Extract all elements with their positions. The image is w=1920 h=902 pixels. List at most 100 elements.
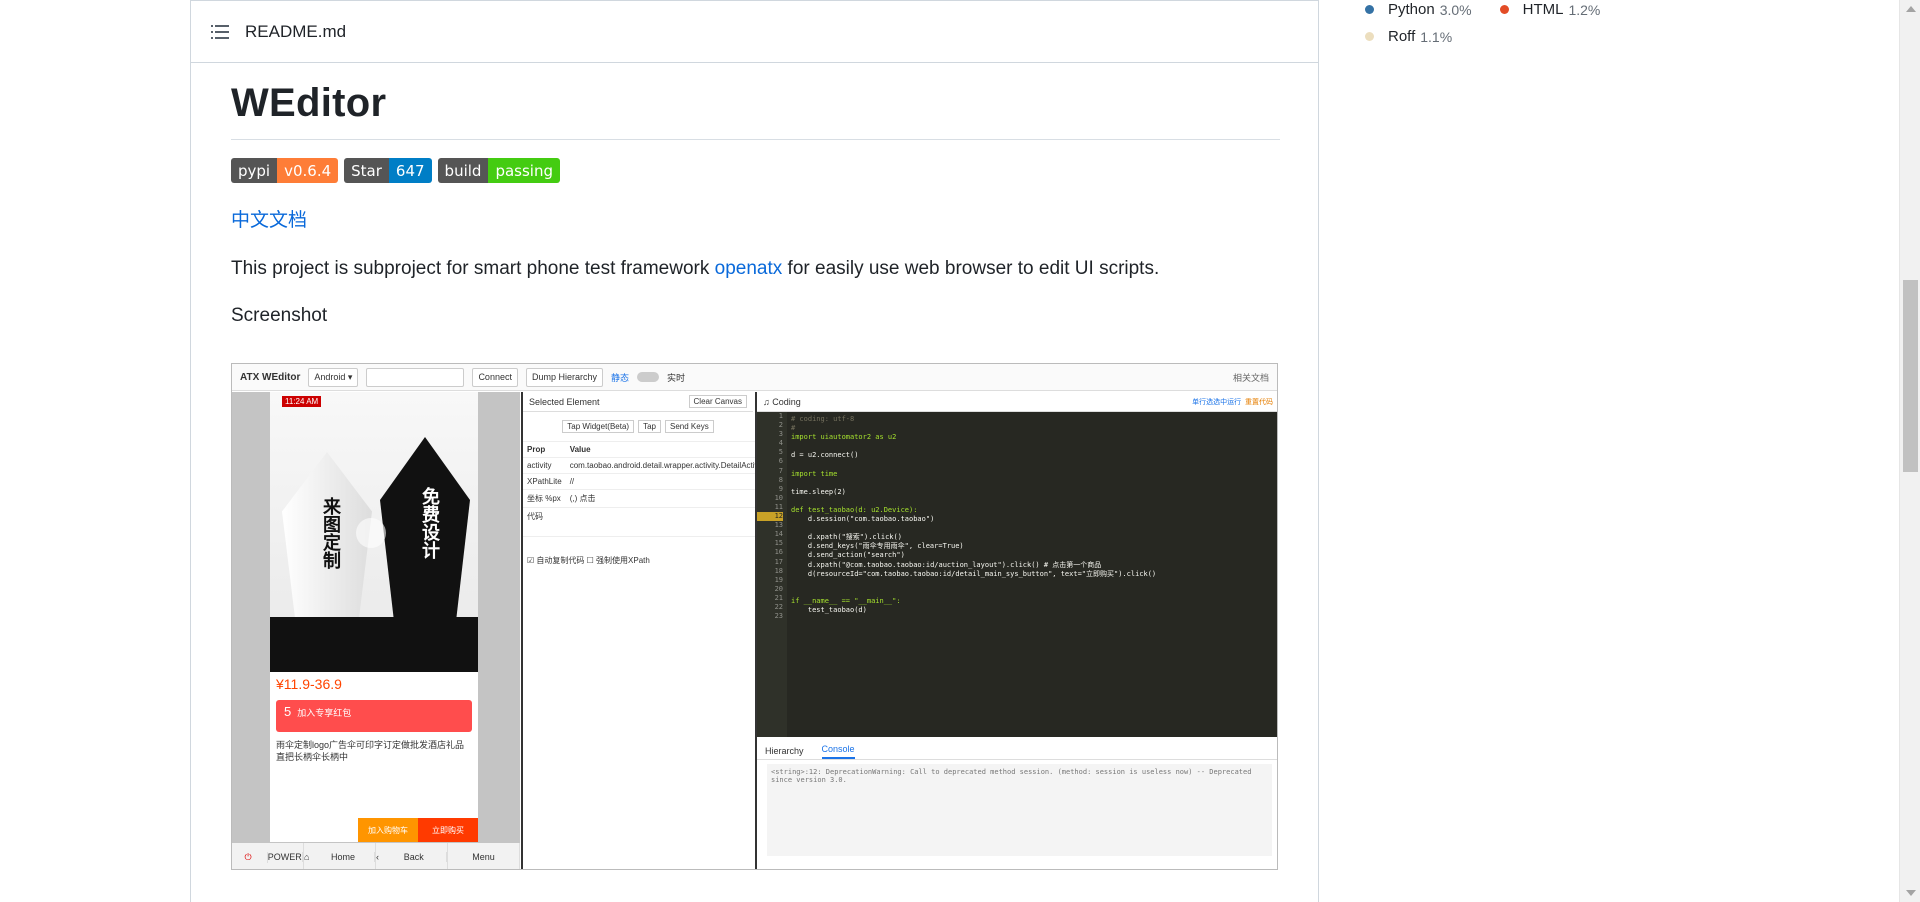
badge-row: pypi v0.6.4 Star 647 build passing xyxy=(231,158,1280,183)
code-line: d = u2.connect() xyxy=(791,451,859,460)
languages-row-2: Roff 1.1% xyxy=(1365,23,1665,50)
languages-list: Python 3.0% HTML 1.2% Roff 1.1% xyxy=(1365,0,1665,50)
back-button: ‹ Back xyxy=(376,843,448,869)
line-number: 1 xyxy=(778,412,783,420)
code-line: d.session("com.taobao.taobao") xyxy=(791,515,935,524)
console-tabs: Hierarchy Console xyxy=(757,740,1277,760)
phone-hero-image: 11:24 AM 来图定制 免费设计 xyxy=(270,392,478,672)
line-number: 11 xyxy=(774,502,783,511)
line-number: 21 xyxy=(774,593,783,602)
code-line: d(resourceId="com.taobao.taobao:id/detai… xyxy=(791,569,1157,578)
table-row: XPathLite// xyxy=(523,473,771,490)
line-number: 9 xyxy=(778,484,783,493)
build-badge[interactable]: build passing xyxy=(437,158,560,183)
table-row: 代码 xyxy=(523,507,771,537)
platform-select: Android ▾ xyxy=(308,367,359,387)
code-line: d.send_action("search") xyxy=(791,551,905,560)
line-number: 2 xyxy=(778,421,783,430)
language-html[interactable]: HTML 1.2% xyxy=(1499,1,1600,18)
coding-header: ♫ Coding 单行选选中运行 重置代码 xyxy=(757,392,1277,412)
language-roff[interactable]: Roff 1.1% xyxy=(1365,28,1452,45)
home-button: ⌂ Home xyxy=(304,843,376,869)
line-number: 16 xyxy=(774,548,783,557)
page-scrollbar[interactable] xyxy=(1899,0,1920,902)
project-description: This project is subproject for smart pho… xyxy=(231,258,1160,279)
clear-canvas-button: Clear Canvas xyxy=(688,395,747,408)
menu-button: Menu xyxy=(448,843,520,869)
play-icon xyxy=(356,518,386,548)
add-cart-button: 加入购物车 xyxy=(358,818,418,842)
line-number: 15 xyxy=(774,539,783,548)
table-of-contents-icon[interactable] xyxy=(211,24,229,40)
code-line: # xyxy=(791,424,796,433)
weditor-topbar: ATX WEditor Android ▾ Connect Dump Hiera… xyxy=(232,364,1277,391)
phone-red-packet: 5 加入专享红包 xyxy=(276,700,472,732)
html-dot-icon xyxy=(1499,5,1509,14)
phone-price: ¥11.9-36.9 xyxy=(276,676,342,692)
pypi-badge[interactable]: pypi v0.6.4 xyxy=(231,158,339,183)
code-line: d.send_keys("雨伞专用雨伞", clear=True) xyxy=(791,542,964,551)
selected-element-header: Selected Element Clear Canvas xyxy=(523,392,753,412)
chinese-docs-link[interactable]: 中文文档 xyxy=(231,205,1280,232)
static-label: 静态 xyxy=(611,372,630,383)
language-python[interactable]: Python 3.0% xyxy=(1365,1,1472,18)
scroll-thumb[interactable] xyxy=(1903,280,1918,472)
line-number: 23 xyxy=(774,612,783,621)
device-serial-input xyxy=(366,367,465,387)
code-lines: # coding: utf-8 # import uiautomator2 as u… xyxy=(791,415,1156,624)
element-actions: Tap Widget(Beta) Tap Send Keys xyxy=(523,420,753,433)
left-umbrella-text: 来图定制 xyxy=(321,497,341,569)
code-line: import time xyxy=(791,469,838,478)
screenshot-heading: Screenshot xyxy=(231,304,328,326)
phone-time: 11:24 AM xyxy=(282,396,322,407)
line-number: 3 xyxy=(778,430,783,439)
phone-buy-bar: 加入购物车 立即购买 xyxy=(270,818,478,842)
line-number: 8 xyxy=(778,475,783,484)
line-number: 20 xyxy=(774,584,783,593)
line-number: 12 xyxy=(757,512,783,522)
scroll-down-icon[interactable] xyxy=(1906,890,1916,896)
coding-pane: ♫ Coding 单行选选中运行 重置代码 1 2 3 4 5 6 7 8 9 10 11 12 13 1… xyxy=(755,392,1277,869)
readme-panel: README.md WEditor pypi v0.6.4 Star 647 bui… xyxy=(190,0,1319,902)
line-number: 6 xyxy=(778,457,783,466)
code-editor: 1 2 3 4 5 6 7 8 9 10 11 12 13 14 15 16 17 18 19 20 21 22 23 # … xyxy=(757,412,1277,737)
tab-console: Console xyxy=(821,741,855,759)
code-line: time.sleep(2) xyxy=(791,487,846,496)
crowd-silhouette xyxy=(270,617,478,672)
console-output: <string>:12: DeprecationWarning: Call to… xyxy=(767,764,1272,856)
line-number: 5 xyxy=(778,448,783,457)
line-number: 19 xyxy=(774,575,783,584)
scroll-up-icon[interactable] xyxy=(1906,6,1916,12)
selected-element-pane: Selected Element Clear Canvas Tap Widget… xyxy=(521,392,771,869)
live-toggle xyxy=(637,372,660,382)
power-button: ⏻ POWER xyxy=(232,843,304,869)
readme-article: WEditor pypi v0.6.4 Star 647 build passing … xyxy=(231,63,1280,327)
table-row: activity com.taobao.android.detail.wrappe… xyxy=(523,457,771,474)
roff-dot-icon xyxy=(1365,32,1374,41)
tab-hierarchy: Hierarchy xyxy=(765,746,804,756)
element-props-table: Prop Value activity com.taobao.android.det… xyxy=(523,441,771,537)
device-pane: 11:24 AM 来图定制 免费设计 ¥11.9-36.9 5 加入专享红包 雨伞… xyxy=(232,392,520,869)
code-line: def test_taobao(d: u2.Device): xyxy=(791,505,918,514)
weditor-screenshot[interactable]: ATX WEditor Android ▾ Connect Dump Hiera… xyxy=(231,363,1278,870)
openatx-link[interactable]: openatx xyxy=(715,258,783,279)
readme-title: WEditor xyxy=(231,81,1280,140)
code-line: d.xpath("搜索").click() xyxy=(791,533,902,542)
table-row: 坐标 %px (,) 点击 xyxy=(523,489,771,508)
readme-header: README.md xyxy=(191,1,1318,63)
phone-screen: 11:24 AM 来图定制 免费设计 ¥11.9-36.9 5 加入专享红包 雨伞… xyxy=(270,392,478,842)
star-badge[interactable]: Star 647 xyxy=(344,158,432,183)
line-number: 13 xyxy=(774,521,783,530)
line-number: 4 xyxy=(778,439,783,448)
python-dot-icon xyxy=(1365,5,1374,14)
line-number: 7 xyxy=(778,466,783,475)
code-line: if __name__ == "__main__": xyxy=(791,596,901,605)
code-line: import uiautomator2 as u2 xyxy=(791,433,897,442)
line-gutter: 1 2 3 4 5 6 7 8 9 10 11 12 13 14 15 16 17 18 19 20 21 22 23 xyxy=(757,412,787,737)
connect-button: Connect xyxy=(472,367,518,387)
